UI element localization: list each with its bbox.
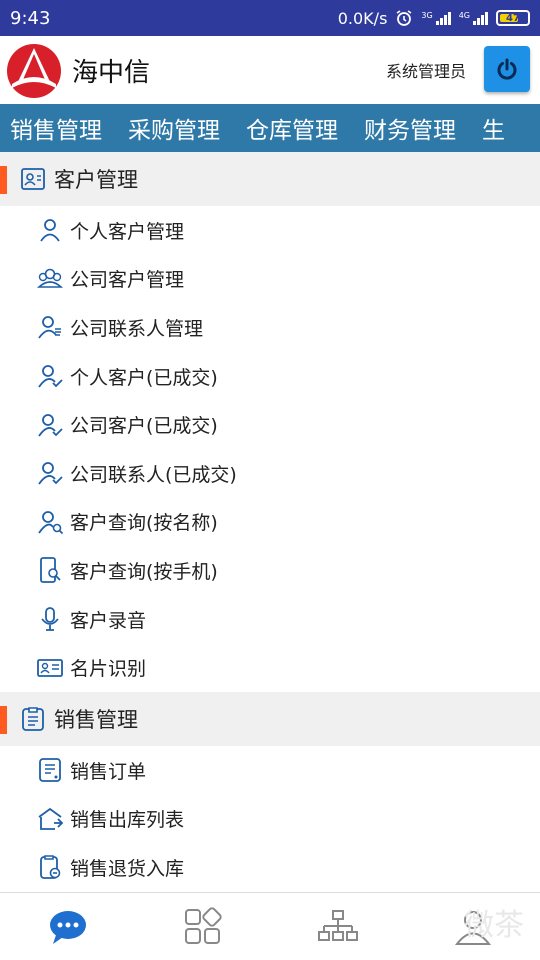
tab-apps[interactable] [173,897,233,957]
menu-item-customer-search-name[interactable]: 客户查询(按名称) [0,498,540,547]
nav-purchase[interactable]: 采购管理 [118,111,230,145]
person-check-icon [38,462,63,485]
section-accent-bar [0,705,7,734]
top-nav: 销售管理 采购管理 仓库管理 财务管理 生 [0,104,540,152]
nav-production[interactable]: 生 [472,111,515,145]
battery-icon: 47 [496,10,530,26]
menu-item-customer-recording[interactable]: 客户录音 [0,595,540,644]
signal-4g-icon: 4G [459,11,488,25]
person-check-icon [38,413,63,437]
org-chart-icon [317,909,358,941]
nav-warehouse[interactable]: 仓库管理 [236,111,348,145]
network-speed: 0.0K/s [337,8,388,28]
business-card-icon [37,658,63,677]
group-icon [36,268,64,288]
watermark: 微茶 [464,908,524,943]
logout-button[interactable] [484,46,530,92]
app-logo [7,44,61,98]
menu-item-company-contacts[interactable]: 公司联系人管理 [0,303,540,352]
menu-item-sales-orders[interactable]: 销售订单 [0,746,540,795]
nav-finance[interactable]: 财务管理 [354,111,466,145]
menu-item-company-customers[interactable]: 公司客户管理 [0,255,540,304]
tab-messages[interactable] [38,897,98,957]
person-icon [40,219,60,242]
person-check-icon [38,365,63,388]
section-accent-bar [0,166,7,194]
menu-item-company-customers-closed[interactable]: 公司客户(已成交) [0,400,540,449]
menu-item-business-card-recognition[interactable]: 名片识别 [0,643,540,692]
menu-item-personal-customers-closed[interactable]: 个人客户(已成交) [0,352,540,401]
section-customer-management[interactable]: 客户管理 [0,152,540,206]
tab-organization[interactable] [308,897,368,957]
section-sales-management[interactable]: 销售管理 [0,691,540,746]
order-list-icon [39,758,61,783]
signal-3g-icon: 3G [421,11,451,25]
microphone-icon [41,607,59,631]
nav-sales[interactable]: 销售管理 [0,111,112,145]
menu-item-sales-outbound[interactable]: 销售出库列表 [0,795,540,844]
contact-person-icon [38,316,61,340]
menu-item-company-contacts-closed[interactable]: 公司联系人(已成交) [0,449,540,498]
power-icon [497,58,517,80]
menu-item-personal-customers[interactable]: 个人客户管理 [0,206,540,255]
section-title: 客户管理 [54,168,138,192]
section-title: 销售管理 [54,707,138,732]
status-time: 9:43 [10,7,51,29]
contact-card-icon [21,168,45,190]
menu-content: 客户管理 个人客户管理 公司客户管理 公司联系人管理 个人客户(已成交) 公司客… [0,152,540,892]
status-bar: 9:43 0.0K/s 3G 4G 47 [0,0,540,36]
alarm-icon [396,10,412,26]
user-role: 系统管理员 [385,62,466,81]
clipboard-icon [22,707,44,731]
person-search-icon [38,510,64,534]
bottom-tab-bar [0,892,540,960]
apps-grid-icon [184,906,222,944]
app-header: 海中信 系统管理员 [0,36,540,104]
phone-search-icon [40,557,61,584]
chat-bubble-icon [49,910,86,944]
menu-item-customer-search-phone[interactable]: 客户查询(按手机) [0,546,540,595]
menu-item-sales-return[interactable]: 销售退货入库 [0,843,540,892]
return-goods-icon [40,855,61,880]
warehouse-out-icon [38,807,64,830]
app-name: 海中信 [72,57,151,88]
